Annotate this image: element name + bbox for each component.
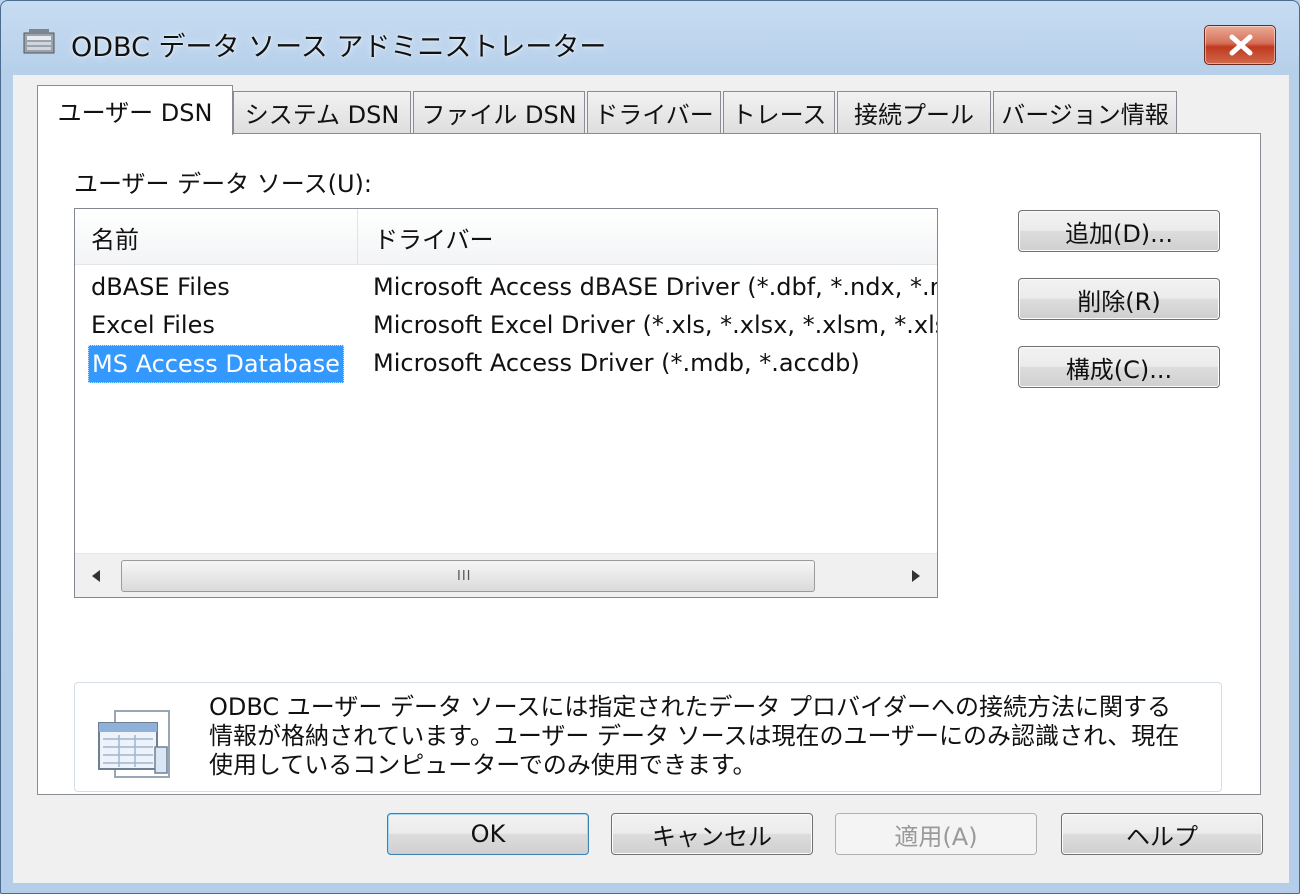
tab-drivers[interactable]: ドライバー xyxy=(587,91,721,133)
scroll-grip-icon: III xyxy=(457,569,472,584)
column-header-driver[interactable]: ドライバー xyxy=(358,209,937,265)
add-button[interactable]: 追加(D)... xyxy=(1018,210,1220,252)
remove-button[interactable]: 削除(R) xyxy=(1018,278,1220,320)
tab-connection-pooling[interactable]: 接続プール xyxy=(837,91,991,133)
horizontal-scrollbar[interactable]: III xyxy=(75,553,937,597)
arrow-left-icon xyxy=(92,570,100,582)
odbc-admin-window: ODBC データ ソース アドミニストレーター ユーザー DSN システム DS… xyxy=(0,0,1300,894)
column-header-name[interactable]: 名前 xyxy=(75,209,357,265)
tab-file-dsn[interactable]: ファイル DSN xyxy=(413,91,585,133)
info-box: ODBC ユーザー データ ソースには指定されたデータ プロバイダーへの接続方法… xyxy=(74,682,1222,792)
table-row[interactable]: dBASE Files Microsoft Access dBASE Drive… xyxy=(75,269,938,307)
table-row-selected[interactable]: MS Access Database Microsoft Access Driv… xyxy=(75,345,937,383)
row-name: dBASE Files xyxy=(91,273,230,301)
tab-label: トレース xyxy=(731,101,827,129)
row-name: MS Access Database xyxy=(88,345,344,383)
tab-label: ドライバー xyxy=(594,101,714,129)
window-title: ODBC データ ソース アドミニストレーター xyxy=(71,32,607,63)
data-source-list[interactable]: 名前 ドライバー dBASE Files Microsoft Access dB… xyxy=(74,208,938,598)
cancel-button[interactable]: キャンセル xyxy=(611,813,813,855)
info-description: ODBC ユーザー データ ソースには指定されたデータ プロバイダーへの接続方法… xyxy=(209,693,1209,780)
info-line: 使用しているコンピューターでのみ使用できます。 xyxy=(209,751,757,779)
tab-system-dsn[interactable]: システム DSN xyxy=(233,91,411,133)
data-source-info-icon xyxy=(98,710,170,778)
tab-user-dsn[interactable]: ユーザー DSN xyxy=(37,85,233,135)
tab-tracing[interactable]: トレース xyxy=(723,91,835,133)
tab-label: システム DSN xyxy=(244,101,400,129)
user-data-sources-label: ユーザー データ ソース(U): xyxy=(74,170,372,198)
tab-about[interactable]: バージョン情報 xyxy=(993,91,1177,133)
row-driver: Microsoft Excel Driver (*.xls, *.xlsx, *… xyxy=(373,311,938,339)
help-button[interactable]: ヘルプ xyxy=(1061,813,1263,855)
scroll-right-button[interactable] xyxy=(893,554,937,597)
close-icon xyxy=(1229,34,1253,56)
arrow-right-icon xyxy=(912,570,920,582)
row-driver: Microsoft Access Driver (*.mdb, *.accdb) xyxy=(373,349,860,377)
apply-button[interactable]: 適用(A) xyxy=(835,813,1037,855)
row-name: Excel Files xyxy=(91,311,215,339)
list-header: 名前 ドライバー xyxy=(75,209,937,265)
ok-button[interactable]: OK xyxy=(387,813,589,855)
info-line: ODBC ユーザー データ ソースには指定されたデータ プロバイダーへの接続方法… xyxy=(209,693,1172,721)
configure-button[interactable]: 構成(C)... xyxy=(1018,346,1220,388)
row-driver: Microsoft Access dBASE Driver (*.dbf, *.… xyxy=(373,273,938,301)
user-dsn-panel: ユーザー データ ソース(U): 名前 ドライバー dBASE Files Mi… xyxy=(37,133,1261,795)
scrollbar-thumb[interactable]: III xyxy=(121,560,815,592)
tab-label: ユーザー DSN xyxy=(57,99,213,127)
odbc-app-icon xyxy=(23,29,55,54)
tab-label: バージョン情報 xyxy=(1001,101,1169,129)
close-button[interactable] xyxy=(1204,25,1276,65)
tab-label: ファイル DSN xyxy=(421,101,577,129)
info-line: 情報が格納されています。ユーザー データ ソースは現在のユーザーにのみ認識され、… xyxy=(209,722,1180,750)
scroll-left-button[interactable] xyxy=(75,554,119,597)
table-row[interactable]: Excel Files Microsoft Excel Driver (*.xl… xyxy=(75,307,938,345)
title-bar[interactable]: ODBC データ ソース アドミニストレーター xyxy=(1,1,1299,81)
dialog-client: ユーザー DSN システム DSN ファイル DSN ドライバー トレース 接続… xyxy=(13,75,1289,883)
tab-label: 接続プール xyxy=(854,101,974,129)
